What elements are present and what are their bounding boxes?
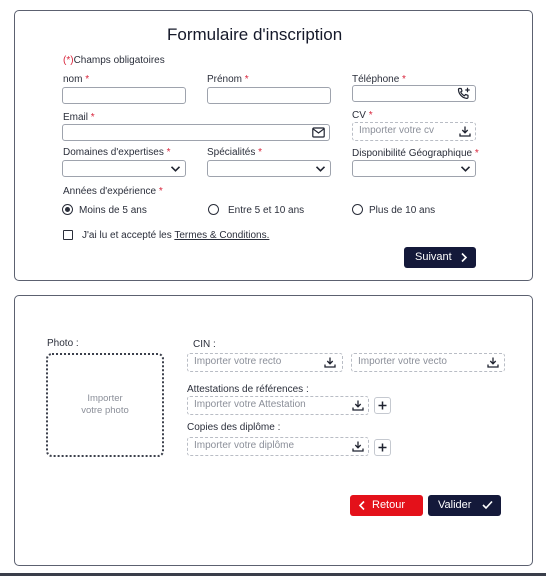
annees-label: Années d'expérience * (63, 186, 163, 197)
next-button-label: Suivant (415, 251, 452, 263)
chevron-down-icon (170, 166, 181, 172)
required-asterisk: * (166, 147, 171, 158)
photo-placeholder-line2: votre photo (81, 405, 129, 416)
required-asterisk: * (158, 186, 163, 197)
email-label-text: Email (63, 112, 89, 123)
radio-label-plus-10-ans: Plus de 10 ans (369, 205, 436, 216)
chevron-left-icon (358, 500, 365, 511)
required-note: (*)Champs obligatoires (63, 55, 165, 66)
plus-icon (378, 443, 387, 452)
validate-button-label: Valider (438, 499, 472, 511)
radio-label-entre-5-10-ans: Entre 5 et 10 ans (228, 205, 305, 216)
radio-plus-10-ans[interactable] (352, 204, 363, 215)
domaines-select[interactable] (62, 160, 186, 177)
terms-prefix: J'ai lu et accepté les (82, 230, 172, 241)
required-asterisk: * (244, 74, 249, 85)
prenom-label-text: Prénom (207, 74, 243, 85)
domaines-label-text: Domaines d'expertises (63, 147, 164, 158)
specialites-label: Spécialités * (207, 147, 262, 158)
required-asterisk: * (402, 74, 406, 85)
download-icon[interactable] (352, 441, 364, 452)
radio-entre-5-10-ans[interactable] (208, 204, 219, 215)
prenom-input[interactable] (207, 87, 331, 104)
diplomes-label: Copies des diplôme : (187, 422, 281, 433)
cin-recto-placeholder: Importer votre recto (194, 356, 282, 367)
nom-label-text: nom (63, 74, 83, 85)
terms-link[interactable]: Termes & Conditions. (174, 230, 269, 241)
cin-label: CIN : (193, 339, 216, 350)
add-attestation-button[interactable] (374, 397, 391, 414)
terms-text: J'ai lu et accepté les Termes & Conditio… (82, 230, 269, 241)
download-icon[interactable] (459, 126, 471, 137)
validate-button[interactable]: Valider (428, 495, 501, 516)
disponibilite-label-text: Disponibilité Géographique (352, 148, 473, 159)
telephone-label: Téléphone * (352, 74, 406, 85)
diplome-upload[interactable]: Importer votre diplôme (187, 437, 369, 456)
photo-placeholder-line1: Importer (87, 393, 123, 404)
nom-label: nom * (63, 74, 89, 85)
email-input[interactable] (62, 124, 330, 141)
back-button[interactable]: Retour (350, 495, 423, 516)
required-note-text: Champs obligatoires (73, 55, 165, 66)
email-label: Email * (63, 112, 95, 123)
chevron-down-icon (460, 166, 471, 172)
cin-verso-placeholder: Importer votre vecto (358, 356, 447, 367)
chevron-right-icon (461, 252, 468, 263)
diplome-placeholder: Importer votre diplôme (194, 440, 295, 451)
photo-placeholder: Importer votre photo (48, 393, 162, 417)
download-icon[interactable] (324, 357, 336, 368)
terms-checkbox[interactable] (63, 230, 73, 240)
registration-form-card: Formulaire d'inscription (*)Champs oblig… (14, 10, 533, 281)
cv-placeholder: Importer votre cv (359, 125, 435, 136)
form-title: Formulaire d'inscription (167, 25, 343, 44)
back-button-label: Retour (372, 499, 406, 511)
required-mark: (*) (63, 55, 74, 66)
annees-label-text: Années d'expérience (63, 186, 157, 197)
telephone-label-text: Téléphone (352, 74, 400, 85)
cv-upload-field[interactable]: Importer votre cv (352, 122, 476, 141)
prenom-label: Prénom * (207, 74, 249, 85)
required-asterisk: * (85, 74, 90, 85)
telephone-input[interactable] (352, 85, 476, 102)
required-asterisk: * (368, 110, 373, 121)
radio-label-moins-5-ans: Moins de 5 ans (79, 205, 147, 216)
specialites-select[interactable] (207, 160, 331, 177)
disponibilite-select[interactable] (352, 160, 476, 177)
cv-label: CV * (352, 110, 373, 121)
chevron-down-icon (315, 166, 326, 172)
plus-icon (378, 401, 387, 410)
mail-icon (312, 127, 325, 138)
download-icon[interactable] (352, 400, 364, 411)
attestations-label: Attestations de références : (187, 384, 309, 395)
photo-label: Photo : (47, 338, 79, 349)
radio-moins-5-ans[interactable] (62, 204, 73, 215)
disponibilite-label: Disponibilité Géographique * (352, 148, 479, 159)
next-button[interactable]: Suivant (404, 247, 476, 268)
required-asterisk: * (90, 112, 95, 123)
domaines-label: Domaines d'expertises * (63, 147, 171, 158)
phone-add-icon[interactable] (457, 87, 471, 100)
cv-label-text: CV (352, 110, 366, 121)
download-icon[interactable] (487, 357, 499, 368)
check-icon (482, 500, 493, 510)
attestation-placeholder: Importer votre Attestation (194, 399, 306, 410)
cin-recto-upload[interactable]: Importer votre recto (187, 353, 343, 372)
nom-input[interactable] (62, 87, 186, 104)
documents-form-card: Photo : Importer votre photo CIN : Impor… (14, 295, 533, 566)
attestation-upload[interactable]: Importer votre Attestation (187, 396, 369, 415)
specialites-label-text: Spécialités (207, 147, 256, 158)
required-asterisk: * (474, 148, 479, 159)
required-asterisk: * (258, 147, 263, 158)
cin-verso-upload[interactable]: Importer votre vecto (351, 353, 505, 372)
add-diplome-button[interactable] (374, 439, 391, 456)
photo-upload-area[interactable]: Importer votre photo (46, 353, 164, 457)
